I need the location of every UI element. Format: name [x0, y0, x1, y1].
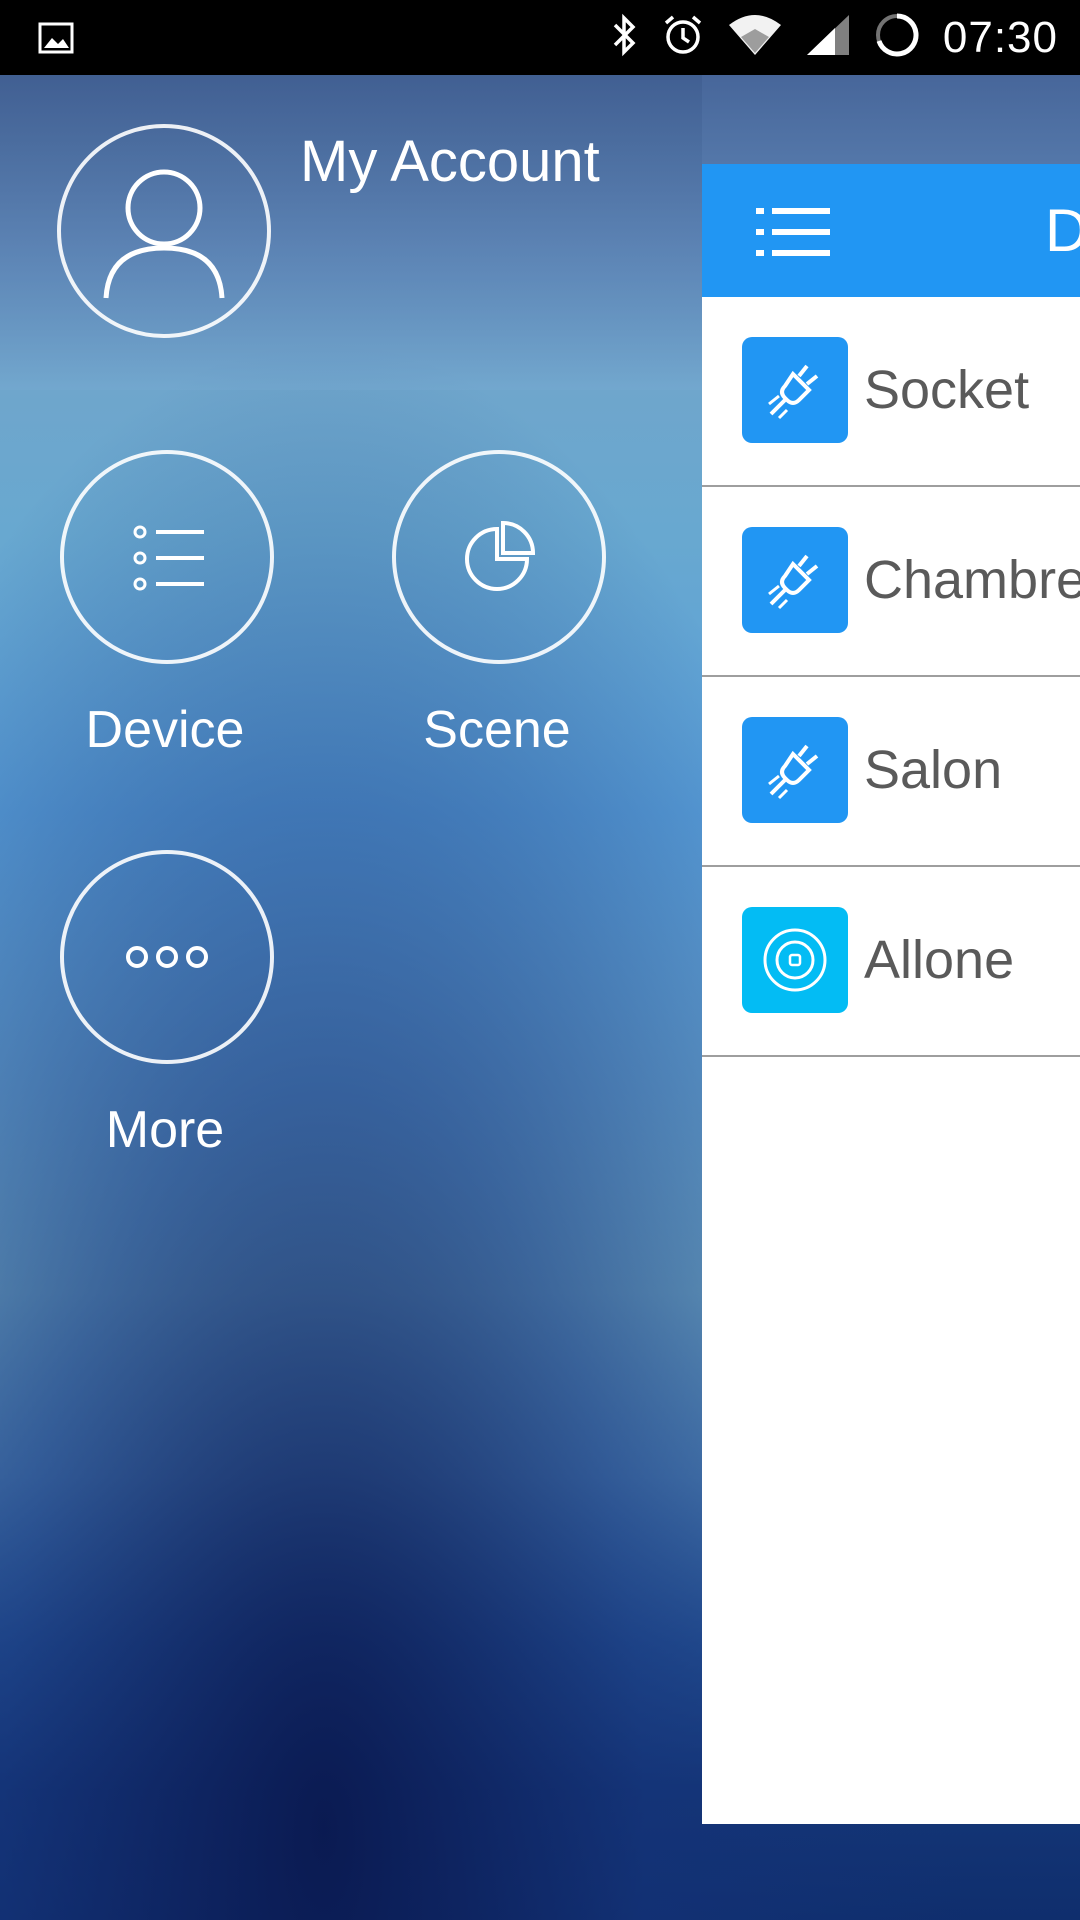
device-label: Device [85, 701, 245, 759]
device-ring[interactable] [60, 450, 274, 664]
user-icon [103, 169, 225, 299]
list-item[interactable]: Salon [702, 677, 1080, 867]
plug-icon [742, 717, 848, 823]
target-icon [742, 907, 848, 1013]
plug-icon [742, 527, 848, 633]
scene-tile[interactable]: Scene [392, 450, 606, 760]
more-label: More [105, 1101, 225, 1159]
panel-title: D [1045, 197, 1080, 264]
list-item[interactable]: Socket [702, 297, 1080, 487]
bluetooth-icon [609, 13, 639, 62]
more-ring[interactable] [60, 850, 274, 1064]
scene-ring[interactable] [392, 450, 606, 664]
device-list-panel: D Socket Chambre Salon Allone [702, 164, 1080, 1824]
device-tile[interactable]: Device [60, 450, 274, 760]
clock-text: 07:30 [942, 12, 1058, 62]
status-bar: 07:30 [0, 0, 1080, 75]
avatar[interactable] [57, 124, 271, 338]
list-icon [133, 525, 204, 591]
list-item-label: Chambre [864, 550, 1080, 610]
cell-signal-icon [805, 13, 851, 62]
battery-ring-icon [873, 11, 921, 64]
pie-chart-icon [465, 520, 536, 591]
more-tile[interactable]: More [60, 850, 274, 1160]
alarm-icon [661, 13, 705, 62]
list-item-label: Allone [864, 930, 1015, 990]
wifi-icon [727, 13, 783, 62]
list-item-label: Socket [864, 360, 1030, 420]
plug-icon [742, 337, 848, 443]
list-item-label: Salon [864, 740, 1003, 800]
panel-toolbar: D [702, 164, 1080, 297]
list-item[interactable]: Allone [702, 867, 1080, 1057]
account-title[interactable]: My Account [300, 128, 600, 195]
gallery-notification-icon [38, 20, 74, 61]
more-dots-icon [126, 946, 208, 968]
list-item[interactable]: Chambre [702, 487, 1080, 677]
menu-icon[interactable] [756, 204, 832, 265]
scene-label: Scene [423, 701, 571, 759]
